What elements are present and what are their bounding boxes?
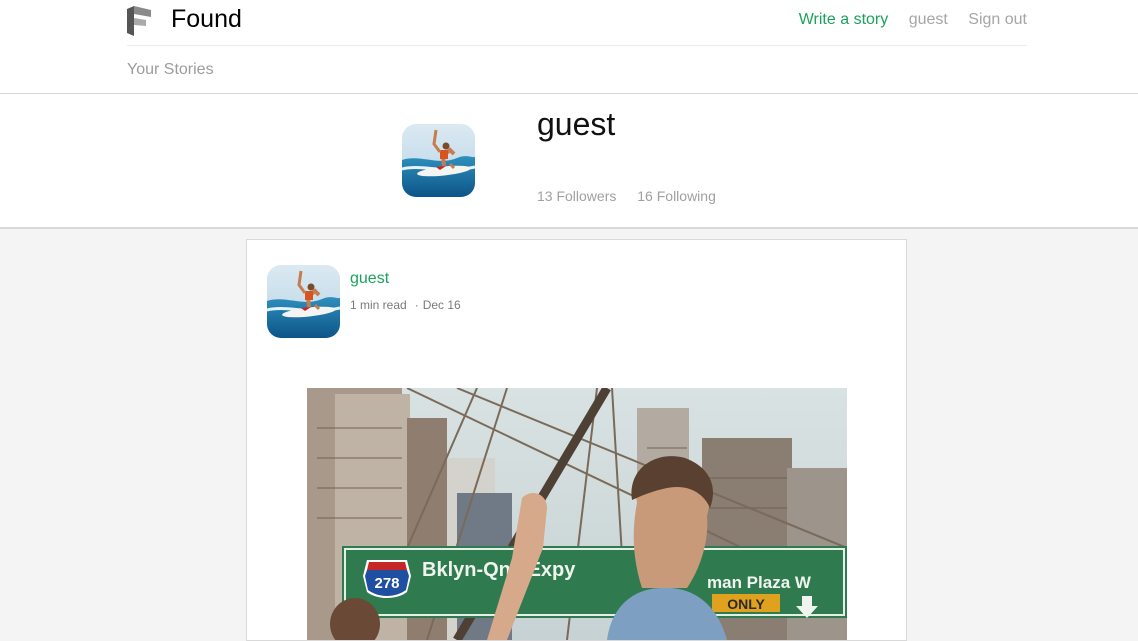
found-logo-icon[interactable]	[127, 6, 151, 36]
your-stories-link[interactable]: Your Stories	[127, 61, 214, 79]
story-meta: 1 min read · Dec 16	[350, 298, 461, 312]
route-shield-number: 278	[374, 575, 399, 592]
sign-text-right: man Plaza W	[707, 573, 812, 592]
top-bar: Found Write a story guest Sign out Your …	[0, 0, 1138, 94]
profile-header: guest 13 Followers 16 Following	[0, 94, 1138, 229]
profile-name: guest	[537, 106, 616, 142]
followers-link[interactable]: 13 Followers	[537, 188, 616, 204]
sign-text-left: Bklyn-Qns Expy	[422, 559, 576, 581]
sign-out-link[interactable]: Sign out	[968, 11, 1027, 28]
sign-only-label: ONLY	[727, 596, 765, 612]
brand-row: Found Write a story guest Sign out	[127, 0, 1027, 46]
avatar[interactable]	[402, 124, 475, 197]
write-story-link[interactable]: Write a story	[799, 11, 889, 28]
top-nav: Write a story guest Sign out	[783, 11, 1027, 29]
user-link[interactable]: guest	[909, 11, 948, 28]
story-date: Dec 16	[422, 298, 461, 312]
story-image[interactable]: 278 Bklyn-Qns Expy man Plaza W ONLY	[307, 388, 847, 640]
author-avatar[interactable]	[267, 265, 340, 338]
story-card[interactable]: guest 1 min read · Dec 16 278 Bklyn-Qns …	[246, 239, 907, 641]
brand-name[interactable]: Found	[171, 5, 242, 34]
read-time: 1 min read	[350, 298, 407, 312]
top-bar-inner: Found Write a story guest Sign out Your …	[127, 0, 1027, 78]
profile-stats: 13 Followers 16 Following	[537, 188, 716, 204]
following-link[interactable]: 16 Following	[637, 188, 716, 204]
story-author-link[interactable]: guest	[350, 270, 389, 288]
